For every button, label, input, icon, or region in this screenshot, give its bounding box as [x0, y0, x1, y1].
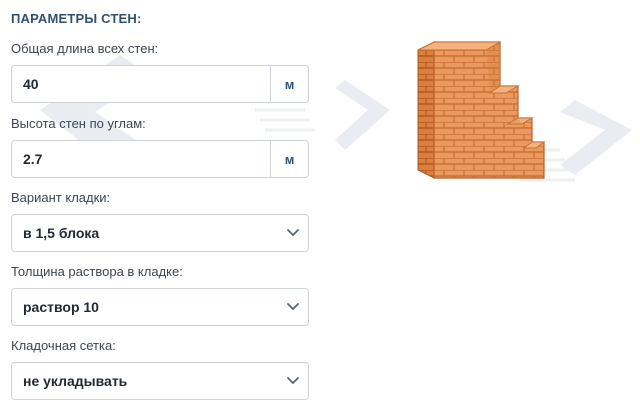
- wall-length-label: Общая длина всех стен:: [11, 41, 159, 56]
- chevron-down-icon: [278, 303, 308, 311]
- masonry-variant-select[interactable]: в 1,5 блока: [11, 214, 309, 252]
- mortar-thickness-value: раствор 10: [23, 299, 99, 315]
- chevron-down-icon: [278, 377, 308, 385]
- wall-height-input[interactable]: 2.7: [12, 141, 271, 177]
- masonry-mesh-label: Кладочная сетка:: [11, 338, 116, 353]
- wall-height-label: Высота стен по углам:: [11, 116, 146, 131]
- wall-length-unit: м: [284, 76, 295, 92]
- wall-height-input-group: 2.7 м: [11, 140, 309, 178]
- wall-length-input[interactable]: 40: [12, 66, 271, 102]
- wall-length-input-group: 40 м: [11, 65, 309, 103]
- masonry-variant-value: в 1,5 блока: [23, 225, 100, 241]
- masonry-mesh-select[interactable]: не укладывать: [11, 362, 309, 400]
- masonry-mesh-value: не укладывать: [23, 373, 128, 389]
- mortar-thickness-label: Толщина раствора в кладке:: [11, 264, 183, 279]
- brick-wall-illustration: [417, 41, 546, 179]
- chevron-down-icon: [278, 229, 308, 237]
- wall-height-unit: м: [284, 151, 295, 167]
- section-title: ПАРАМЕТРЫ СТЕН:: [11, 11, 142, 26]
- mortar-thickness-select[interactable]: раствор 10: [11, 288, 309, 326]
- masonry-variant-label: Вариант кладки:: [11, 190, 111, 205]
